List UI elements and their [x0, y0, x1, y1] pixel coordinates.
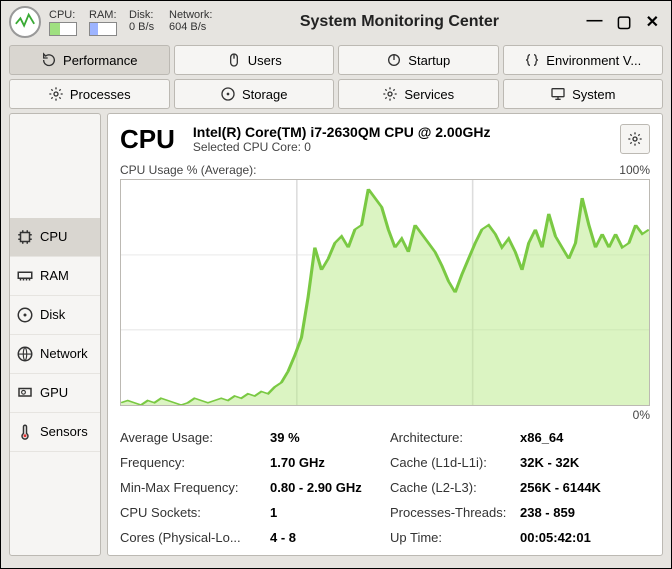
sysbar-cpu-label: CPU: — [49, 9, 75, 21]
stat-label: Frequency: — [120, 455, 270, 470]
maximize-button[interactable]: ▢ — [616, 12, 631, 32]
cpu-usage-chart — [120, 179, 650, 406]
mouse-icon — [226, 52, 242, 68]
sidebar-item-gpu[interactable]: GPU — [10, 374, 100, 413]
cpu-stats: Average Usage: 39 % Architecture: x86_64… — [120, 430, 650, 545]
braces-icon — [524, 52, 540, 68]
sidebar-label: RAM — [40, 268, 69, 283]
sidebar-label: GPU — [40, 385, 68, 400]
stat-value: 4 - 8 — [270, 530, 390, 545]
window-controls: — ▢ ✕ — [586, 12, 663, 32]
sidebar-label: Disk — [40, 307, 65, 322]
tab-system[interactable]: System — [503, 79, 664, 109]
monitor-icon — [550, 86, 566, 102]
sysbar-disk-value: 0 B/s — [129, 21, 154, 33]
tab-performance[interactable]: Performance — [9, 45, 170, 75]
gear-icon — [382, 86, 398, 102]
settings-button[interactable] — [620, 124, 650, 154]
cpu-model: Intel(R) Core(TM) i7-2630QM CPU @ 2.00GH… — [193, 124, 602, 140]
sidebar-item-network[interactable]: Network — [10, 335, 100, 374]
stat-label: Average Usage: — [120, 430, 270, 445]
panel-title: CPU — [120, 124, 175, 155]
sysbar-net-value: 604 B/s — [169, 21, 206, 33]
tab-label: Processes — [70, 87, 131, 102]
stat-value: 0.80 - 2.90 GHz — [270, 480, 390, 495]
cpu-selected-core: Selected CPU Core: 0 — [193, 140, 602, 154]
titlebar: CPU: RAM: Disk: 0 B/s Network: 604 B/s S… — [1, 1, 671, 41]
perf-sidebar: CPU RAM Disk Network GPU Sensors — [9, 113, 101, 556]
main-panel: CPU Intel(R) Core(TM) i7-2630QM CPU @ 2.… — [107, 113, 663, 556]
sysbar-net-label: Network: — [169, 9, 212, 21]
sidebar-item-sensors[interactable]: Sensors — [10, 413, 100, 452]
tab-label: Performance — [63, 53, 137, 68]
stat-value: 238 - 859 — [520, 505, 640, 520]
stat-label: Up Time: — [390, 530, 520, 545]
tab-services[interactable]: Services — [338, 79, 499, 109]
sidebar-label: Network — [40, 346, 88, 361]
tab-label: Startup — [408, 53, 450, 68]
power-icon — [386, 52, 402, 68]
stat-label: Processes-Threads: — [390, 505, 520, 520]
window-title: System Monitoring Center — [212, 13, 586, 31]
tab-environment[interactable]: Environment V... — [503, 45, 664, 75]
ram-icon — [16, 267, 34, 285]
tab-label: System — [572, 87, 615, 102]
thermometer-icon — [16, 423, 34, 441]
stat-value: 39 % — [270, 430, 390, 445]
sysbar-cpu: CPU: — [49, 9, 85, 36]
disk-icon — [16, 306, 34, 324]
tab-users[interactable]: Users — [174, 45, 335, 75]
stat-label: CPU Sockets: — [120, 505, 270, 520]
stat-value: 1 — [270, 505, 390, 520]
network-icon — [16, 345, 34, 363]
stat-label: Cache (L1d-L1i): — [390, 455, 520, 470]
tab-label: Services — [404, 87, 454, 102]
sysbar-net: Network: 604 B/s — [169, 9, 212, 36]
disk-icon — [220, 86, 236, 102]
stat-label: Cache (L2-L3): — [390, 480, 520, 495]
cpu-icon — [16, 228, 34, 246]
app-icon — [9, 6, 41, 38]
stat-value: 1.70 GHz — [270, 455, 390, 470]
tab-label: Users — [248, 53, 282, 68]
refresh-icon — [41, 52, 57, 68]
sidebar-item-cpu[interactable]: CPU — [10, 218, 100, 257]
chart-min: 0% — [120, 408, 650, 422]
gpu-icon — [16, 384, 34, 402]
sysbar-ram-bar — [89, 22, 117, 36]
chart-label: CPU Usage % (Average): — [120, 163, 257, 177]
tab-processes[interactable]: Processes — [9, 79, 170, 109]
sidebar-item-ram[interactable]: RAM — [10, 257, 100, 296]
sysbar-cpu-bar — [49, 22, 77, 36]
tab-storage[interactable]: Storage — [174, 79, 335, 109]
sysbar-ram: RAM: — [89, 9, 125, 36]
stat-value: x86_64 — [520, 430, 640, 445]
minimize-button[interactable]: — — [586, 12, 602, 32]
sysbar-disk: Disk: 0 B/s — [129, 9, 165, 36]
sysbar-disk-label: Disk: — [129, 9, 153, 21]
stat-label: Min-Max Frequency: — [120, 480, 270, 495]
tab-startup[interactable]: Startup — [338, 45, 499, 75]
sysbar: CPU: RAM: Disk: 0 B/s Network: 604 B/s — [49, 9, 212, 36]
sidebar-label: Sensors — [40, 424, 88, 439]
stat-value: 00:05:42:01 — [520, 530, 640, 545]
gear-icon — [627, 131, 643, 147]
chart-max: 100% — [619, 163, 650, 177]
main-tabs: Performance Users Startup Environment V.… — [1, 41, 671, 113]
sidebar-label: CPU — [40, 229, 67, 244]
sidebar-item-disk[interactable]: Disk — [10, 296, 100, 335]
stat-label: Cores (Physical-Lo... — [120, 530, 270, 545]
stat-value: 256K - 6144K — [520, 480, 640, 495]
close-button[interactable]: ✕ — [646, 12, 659, 32]
tab-label: Storage — [242, 87, 288, 102]
tab-label: Environment V... — [546, 53, 641, 68]
gear-icon — [48, 86, 64, 102]
stat-label: Architecture: — [390, 430, 520, 445]
sysbar-ram-label: RAM: — [89, 9, 117, 21]
stat-value: 32K - 32K — [520, 455, 640, 470]
